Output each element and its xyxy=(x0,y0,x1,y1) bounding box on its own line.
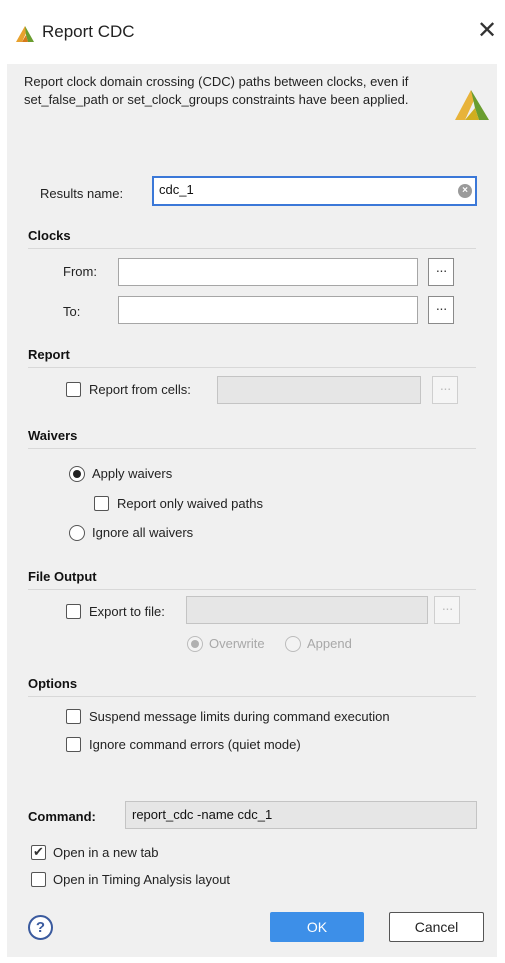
apply-waivers-label: Apply waivers xyxy=(92,466,173,481)
overwrite-label: Overwrite xyxy=(209,636,265,651)
clocks-divider xyxy=(28,248,476,249)
options-heading: Options xyxy=(28,676,78,691)
options-divider xyxy=(28,696,476,697)
report-divider xyxy=(28,367,476,368)
results-name-value: cdc_1 xyxy=(159,182,194,197)
export-file-input[interactable] xyxy=(186,596,428,624)
clocks-from-label: From: xyxy=(63,264,97,279)
close-icon[interactable]: ✕ xyxy=(475,18,499,44)
clocks-from-input[interactable] xyxy=(118,258,418,286)
vivado-logo-icon xyxy=(455,90,489,120)
command-field: report_cdc -name cdc_1 xyxy=(125,801,477,829)
report-heading: Report xyxy=(28,347,70,362)
append-radio[interactable] xyxy=(285,636,301,652)
dialog-description: Report clock domain crossing (CDC) paths… xyxy=(24,74,409,107)
waivers-heading: Waivers xyxy=(28,428,78,443)
append-label: Append xyxy=(307,636,352,651)
ignore-command-errors-checkbox[interactable] xyxy=(66,737,81,752)
ignore-waivers-label: Ignore all waivers xyxy=(92,525,194,540)
report-only-waived-label: Report only waived paths xyxy=(117,496,263,511)
clocks-to-browse-button[interactable]: ··· xyxy=(428,296,454,324)
open-new-tab-checkbox[interactable] xyxy=(31,844,46,860)
export-file-browse-button[interactable]: ··· xyxy=(434,596,460,624)
clear-input-icon[interactable]: × xyxy=(458,184,472,198)
ignore-waivers-radio[interactable] xyxy=(69,525,85,541)
report-only-waived-checkbox[interactable] xyxy=(94,496,109,511)
results-name-input[interactable]: cdc_1 xyxy=(152,176,477,206)
clocks-from-browse-button[interactable]: ··· xyxy=(428,258,454,286)
clocks-to-input[interactable] xyxy=(118,296,418,324)
apply-waivers-radio[interactable] xyxy=(69,466,85,482)
open-new-tab-label: Open in a new tab xyxy=(53,845,159,860)
window-title: Report CDC xyxy=(42,22,135,41)
command-label: Command: xyxy=(28,809,96,824)
export-to-file-label: Export to file: xyxy=(89,604,165,619)
ignore-command-errors-label: Ignore command errors (quiet mode) xyxy=(89,737,301,752)
file-output-heading: File Output xyxy=(28,569,97,584)
export-to-file-checkbox[interactable] xyxy=(66,604,81,619)
help-icon[interactable]: ? xyxy=(28,915,53,940)
suspend-message-limits-checkbox[interactable] xyxy=(66,709,81,724)
ok-button[interactable]: OK xyxy=(270,912,364,942)
clocks-heading: Clocks xyxy=(28,228,71,243)
report-cells-browse-button[interactable]: ··· xyxy=(432,376,458,404)
report-from-cells-label: Report from cells: xyxy=(89,382,191,397)
results-name-label: Results name: xyxy=(40,186,124,201)
open-timing-layout-checkbox[interactable] xyxy=(31,872,46,887)
overwrite-radio[interactable] xyxy=(187,636,203,652)
vivado-app-icon xyxy=(16,26,34,42)
report-from-cells-checkbox[interactable] xyxy=(66,382,81,397)
suspend-message-limits-label: Suspend message limits during command ex… xyxy=(89,709,390,724)
waivers-divider xyxy=(28,448,476,449)
cancel-button[interactable]: Cancel xyxy=(389,912,484,942)
clocks-to-label: To: xyxy=(63,304,81,319)
file-output-divider xyxy=(28,589,476,590)
open-timing-layout-label: Open in Timing Analysis layout xyxy=(53,872,231,887)
report-cells-input[interactable] xyxy=(217,376,421,404)
